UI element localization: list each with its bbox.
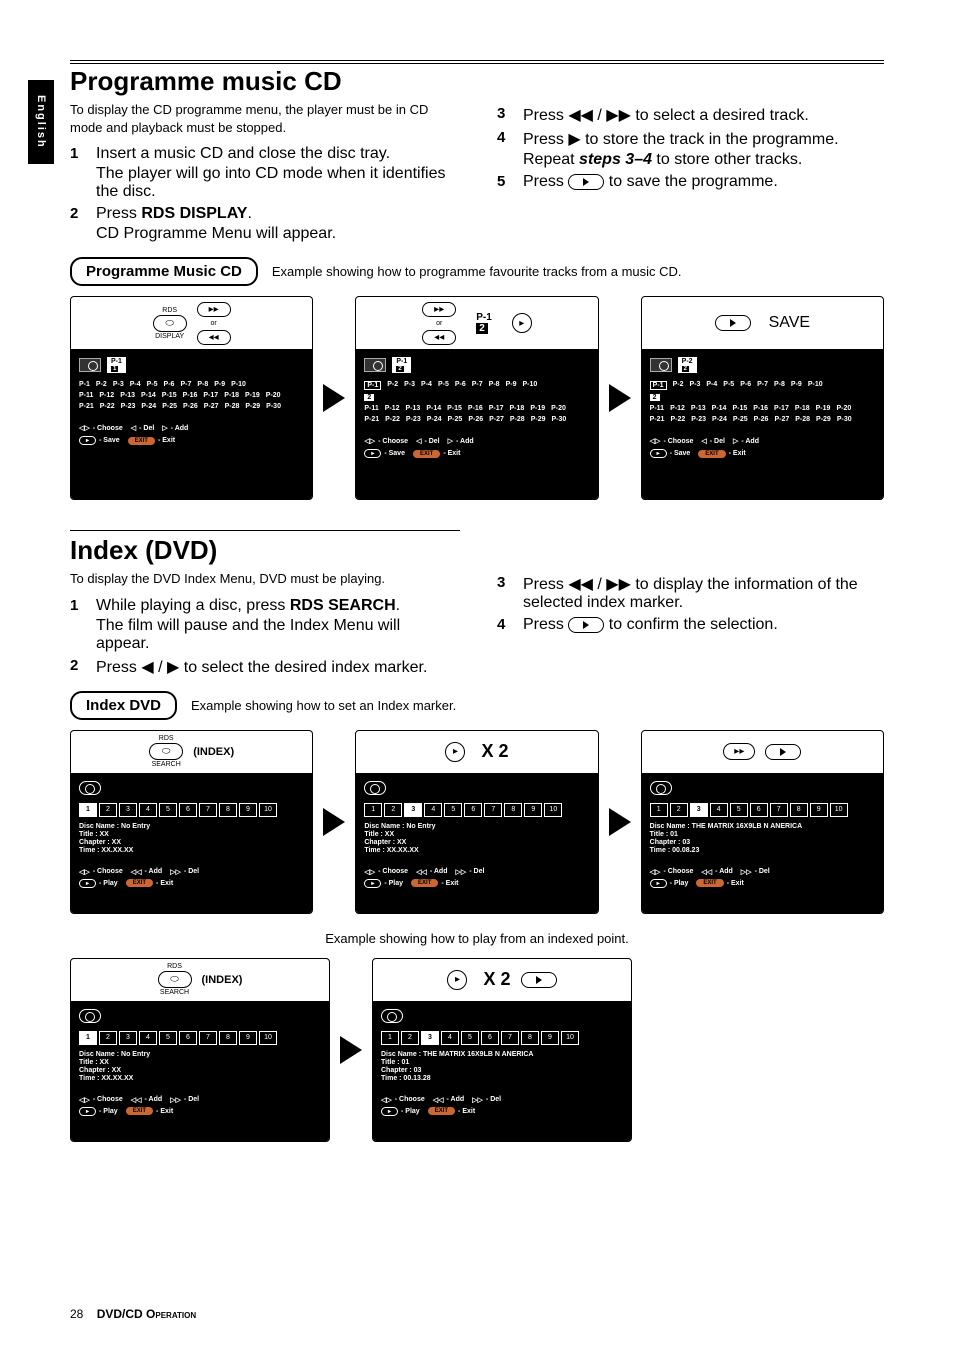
index-panel-2: ▸ X 2 12345678910 Disc Name : No EntryTi… (355, 730, 598, 914)
play-icon (521, 972, 557, 988)
index-label: (INDEX) (193, 746, 234, 758)
arrow-right-icon (340, 1036, 362, 1064)
rds-display-button: RDS ⬭ DISPLAY (153, 307, 187, 340)
step-number: 1 (70, 597, 84, 653)
selection-indicator: P-12 (466, 307, 502, 339)
play-icon (568, 174, 604, 190)
intro-index-dvd: To display the DVD Index Menu, DVD must … (70, 570, 457, 588)
step-subtext: The player will go into CD mode when it … (96, 165, 446, 200)
nav-right-icon: ▸ (447, 970, 467, 990)
section-title-programme-cd: Programme music CD (70, 63, 884, 97)
step-number: 3 (497, 105, 511, 125)
arrow-right-icon (609, 808, 631, 836)
rds-search-button: RDS ⬭ SEARCH (158, 963, 192, 996)
index-panel-5: ▸ X 2 12345678910 Disc Name : THE MATRIX… (372, 958, 632, 1142)
step-number: 2 (70, 657, 84, 677)
arrow-right-icon (609, 384, 631, 412)
play-icon (568, 617, 604, 633)
rewind-icon: ◂◂ (422, 330, 456, 345)
cd-programme-panel-3: SAVE P-22 P-1P-2P-3P-4P-5P-6P-7P-8P-9P-1… (641, 296, 884, 500)
footer: 28 DVD/CD Operation (70, 1307, 196, 1321)
times-two-label: X 2 (481, 741, 508, 762)
nav-right-icon: ▸ (512, 313, 532, 333)
caption-play-from-index: Example showing how to play from an inde… (70, 930, 884, 948)
language-tab: English (28, 80, 54, 164)
step-number: 5 (497, 173, 511, 191)
callout-caption: Example showing how to set an Index mark… (191, 698, 456, 713)
page-number: 28 (70, 1307, 83, 1321)
section-title-index-dvd: Index (DVD) (70, 533, 884, 566)
play-icon (715, 315, 751, 331)
nav-right-icon: ▸ (445, 742, 465, 762)
fast-forward-icon: ▸▸ (723, 743, 755, 760)
index-panel-3: ▸▸ 12345678910 Disc Name : THE MATRIX 16… (641, 730, 884, 914)
disc-icon (79, 358, 101, 372)
fast-forward-icon: ▸▸ (422, 302, 456, 317)
intro-programme-cd: To display the CD programme menu, the pl… (70, 101, 457, 137)
step-number: 4 (497, 129, 511, 169)
save-label: SAVE (769, 314, 811, 332)
step-number: 3 (497, 574, 511, 612)
rewind-icon: ◂◂ (197, 330, 231, 345)
camera-icon (79, 781, 101, 795)
cd-programme-panel-1: RDS ⬭ DISPLAY ▸▸ or ◂◂ P-11 P-1P-2P-3P-4… (70, 296, 313, 500)
step-number: 4 (497, 616, 511, 634)
index-panel-1: RDS ⬭ SEARCH (INDEX) 12345678910 Disc Na… (70, 730, 313, 914)
step-subtext: CD Programme Menu will appear. (96, 225, 336, 242)
callout-caption: Example showing how to programme favouri… (272, 264, 682, 279)
arrow-right-icon (323, 808, 345, 836)
step-number: 2 (70, 205, 84, 243)
step-text: Insert a music CD and close the disc tra… (96, 145, 390, 162)
step-bold: RDS DISPLAY (141, 205, 247, 222)
footer-section-label: DVD/CD Operation (97, 1307, 196, 1321)
rds-search-button: RDS ⬭ SEARCH (149, 735, 183, 768)
cd-programme-panel-2: ▸▸ or ◂◂ P-12 ▸ P-12 P-1P-2P-3P-4P-5P-6P… (355, 296, 598, 500)
play-icon (765, 744, 801, 760)
callout-index-dvd: Index DVD (70, 691, 177, 720)
step-number: 1 (70, 145, 84, 201)
fast-forward-icon: ▸▸ (197, 302, 231, 317)
callout-programme-music-cd: Programme Music CD (70, 257, 258, 286)
step-text: Press (96, 205, 141, 222)
arrow-right-icon (323, 384, 345, 412)
index-panel-4: RDS ⬭ SEARCH (INDEX) 12345678910 Disc Na… (70, 958, 330, 1142)
